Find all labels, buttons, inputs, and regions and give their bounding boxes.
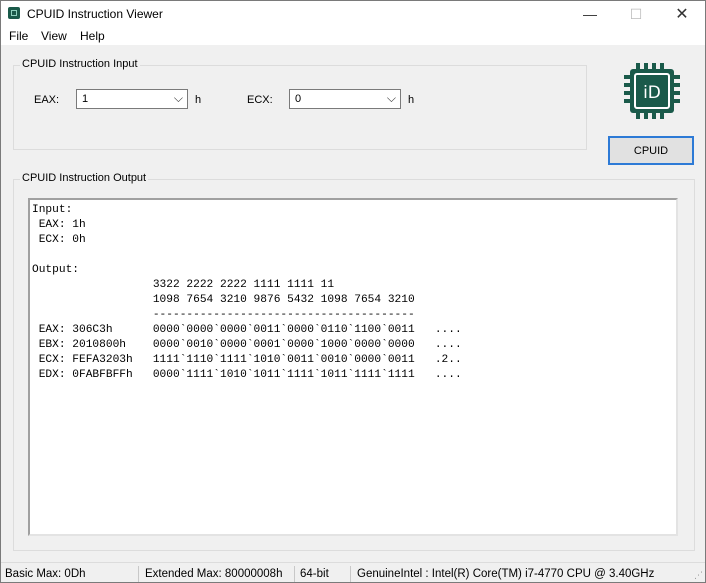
eax-label: EAX: [34,94,60,106]
logo-text: iD [643,83,661,103]
maximize-button[interactable]: ☐ [613,1,659,27]
minimize-button[interactable]: — [567,1,613,27]
status-basic-max: Basic Max: 0Dh [5,568,86,580]
menu-bar: File View Help [1,27,705,45]
menu-help[interactable]: Help [80,29,105,43]
eax-combobox[interactable]: 1 ⌵ [76,89,188,109]
output-textbox[interactable]: Input: EAX: 1h ECX: 0h Output: 3322 2222… [28,198,678,536]
status-separator [138,566,139,582]
status-extended-max: Extended Max: 80000008h [145,568,283,580]
app-icon [8,7,20,19]
status-bitness: 64-bit [300,568,329,580]
eax-unit: h [195,94,202,106]
ecx-unit: h [408,94,415,106]
app-window: CPUID Instruction Viewer — ☐ ✕ File View… [0,0,706,583]
ecx-value: 0 [295,93,302,105]
close-button[interactable]: ✕ [659,1,705,27]
status-separator [350,566,351,582]
chevron-down-icon[interactable]: ⌵ [387,91,396,106]
status-separator [294,566,295,582]
input-group-legend: CPUID Instruction Input [20,58,140,70]
status-bar: Basic Max: 0Dh Extended Max: 80000008h 6… [1,562,705,582]
output-group-legend: CPUID Instruction Output [20,172,149,184]
title-bar[interactable]: CPUID Instruction Viewer — ☐ ✕ [1,1,705,27]
ecx-label: ECX: [247,94,273,106]
cpu-chip-icon: iD [624,63,680,119]
menu-file[interactable]: File [9,29,28,43]
resize-grip-icon[interactable]: ⋰ [694,570,703,581]
eax-value: 1 [82,93,89,105]
ecx-combobox[interactable]: 0 ⌵ [289,89,401,109]
status-cpu: GenuineIntel : Intel(R) Core(TM) i7-4770… [357,568,655,580]
cpuid-button[interactable]: CPUID [608,136,694,165]
menu-view[interactable]: View [41,29,67,43]
window-title: CPUID Instruction Viewer [27,7,163,21]
chevron-down-icon[interactable]: ⌵ [174,91,183,106]
